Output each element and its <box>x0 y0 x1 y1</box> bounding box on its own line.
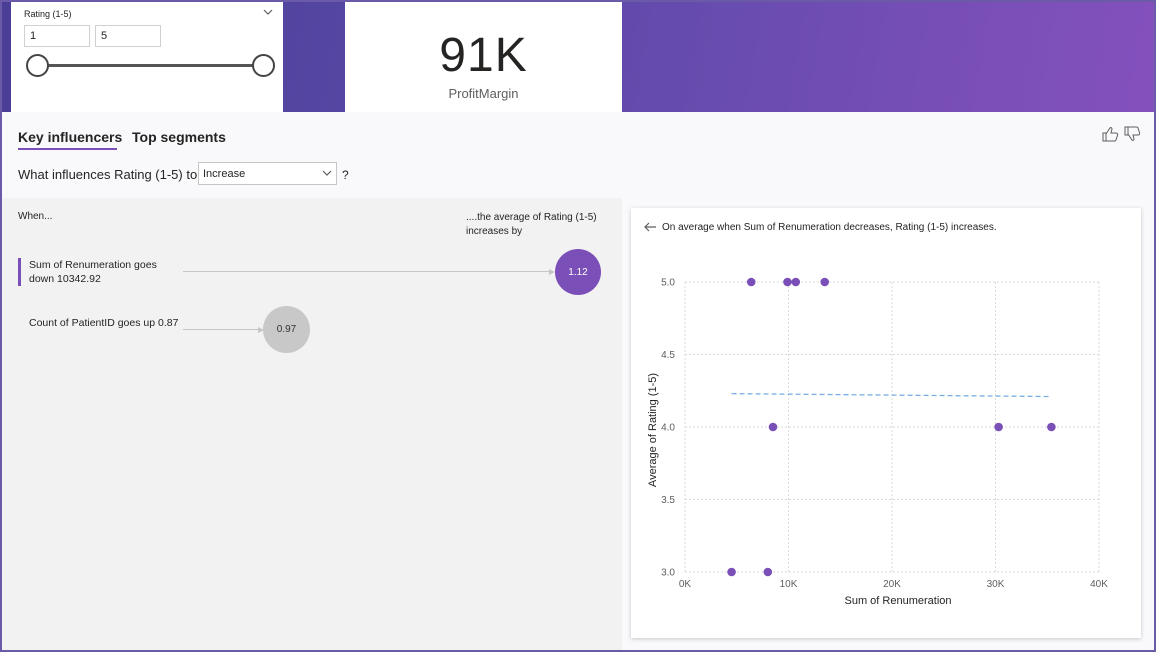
tab-key-influencers[interactable]: Key influencers <box>18 129 122 145</box>
influencer-connector <box>183 329 259 330</box>
kpi-value: 91K <box>439 29 528 82</box>
x-tick-label: 40K <box>1090 579 1108 590</box>
tab-top-segments[interactable]: Top segments <box>132 129 226 145</box>
y-tick-label: 4.5 <box>661 350 675 361</box>
chevron-down-icon <box>322 170 332 176</box>
data-point <box>820 277 830 287</box>
question-label: What influences Rating (1-5) to <box>18 167 198 182</box>
data-point <box>768 422 778 432</box>
x-axis-label: Sum of Renumeration <box>845 595 952 607</box>
y-tick-label: 5.0 <box>661 278 675 289</box>
key-influencers-panel: Key influencers Top segments What influe… <box>2 112 1154 650</box>
selected-indicator <box>18 258 21 286</box>
kpi-label: ProfitMargin <box>448 86 519 101</box>
data-point <box>1047 422 1056 432</box>
influencer-bubble[interactable]: 0.97 <box>263 306 310 353</box>
data-point <box>727 567 736 577</box>
data-point <box>783 277 792 287</box>
range-max-input[interactable]: 5 <box>95 25 161 47</box>
x-tick-label: 10K <box>780 579 798 590</box>
influencer-label[interactable]: Count of PatientID goes up 0.87 <box>29 316 179 330</box>
data-point <box>763 567 773 577</box>
scatter-chart-card: On average when Sum of Renumeration decr… <box>631 208 1141 638</box>
y-tick-label: 4.0 <box>661 423 675 434</box>
influencers-list: When... ....the average of Rating (1-5) … <box>2 198 622 650</box>
data-point <box>994 422 1003 432</box>
y-tick-label: 3.0 <box>661 568 675 579</box>
slider-handle-max[interactable] <box>252 54 275 77</box>
influencer-bubble[interactable]: 1.12 <box>555 249 601 295</box>
slicer-title: Rating (1-5) <box>24 9 72 19</box>
chevron-down-icon[interactable] <box>261 6 275 18</box>
rating-slicer: Rating (1-5) 1 5 <box>11 2 283 112</box>
thumbs-down-icon[interactable] <box>1123 126 1141 142</box>
column-header-average: ....the average of Rating (1-5) increase… <box>466 212 597 237</box>
slider-track[interactable] <box>39 64 265 67</box>
dropdown-selected-value: Increase <box>203 168 246 180</box>
question-mark: ? <box>342 168 349 182</box>
scatter-plot: 3.0 3.5 4.0 4.5 5.0 0K 10K 20K 30K 40K Sum of Renu… <box>647 277 1108 608</box>
data-point <box>746 277 756 287</box>
x-tick-label: 0K <box>679 579 692 590</box>
influencer-label[interactable]: Sum of Renumeration goes down 10342.92 <box>29 258 179 286</box>
y-tick-label: 3.5 <box>661 495 675 506</box>
direction-dropdown[interactable]: Increase <box>198 162 337 185</box>
range-min-input[interactable]: 1 <box>24 25 90 47</box>
active-tab-underline <box>18 148 117 150</box>
kpi-card: 91K ProfitMargin <box>345 2 622 112</box>
thumbs-up-icon[interactable] <box>1101 126 1119 142</box>
x-tick-label: 30K <box>987 579 1005 590</box>
slider-handle-min[interactable] <box>26 54 49 77</box>
y-axis-label: Average of Rating (1-5) <box>647 373 659 487</box>
influencer-connector <box>183 271 550 272</box>
data-point <box>791 277 801 287</box>
x-tick-label: 20K <box>883 579 901 590</box>
trend-line <box>731 393 1052 398</box>
column-header-when: When... <box>18 211 53 222</box>
